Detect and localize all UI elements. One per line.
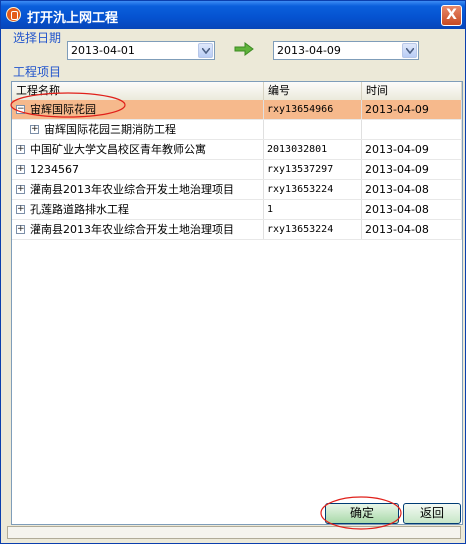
empty-row [12, 340, 462, 360]
close-button[interactable]: X [441, 5, 462, 26]
table-header: 工程名称 编号 时间 [12, 82, 462, 101]
project-name: 灌南县2013年农业综合开发土地治理项目 [30, 223, 234, 236]
cell-name: + 孔莲路道路排水工程 [12, 200, 264, 219]
table-row[interactable]: +1234567 rxy13537297 2013-04-09 [12, 160, 462, 180]
title-bar[interactable]: 打开氿上网工程 X [1, 1, 465, 29]
expand-icon[interactable]: + [16, 185, 25, 194]
cell-name: + 灌南县2013年农业综合开发土地治理项目 [12, 220, 264, 239]
cell-name: + 灌南县2013年农业综合开发土地治理项目 [12, 180, 264, 199]
empty-row [12, 380, 462, 400]
empty-row [12, 400, 462, 420]
table-row[interactable]: + 灌南县2013年农业综合开发土地治理项目 rxy13653224 2013-04-… [12, 180, 462, 200]
table-row[interactable]: + 灌南县2013年农业综合开发土地治理项目 rxy13653224 2013-04-… [12, 220, 462, 240]
cell-time [362, 120, 462, 139]
cell-number: 2013032801 [264, 140, 362, 159]
empty-row [12, 480, 462, 500]
arrow-right-icon [234, 42, 254, 56]
cell-name: + 宙辉国际花园三期消防工程 [12, 120, 264, 139]
empty-row [12, 460, 462, 480]
project-name: 1234567 [30, 163, 79, 176]
chevron-down-icon[interactable] [402, 43, 417, 58]
project-section-label: 工程项目 [13, 65, 62, 79]
expand-icon[interactable]: + [16, 225, 25, 234]
cell-time: 2013-04-09 [362, 140, 462, 159]
expand-icon[interactable]: + [16, 205, 25, 214]
cell-number: 1 [264, 200, 362, 219]
ok-button[interactable]: 确定 [325, 503, 399, 524]
start-date-value: 2013-04-01 [71, 44, 135, 57]
header-name[interactable]: 工程名称 [12, 82, 264, 100]
empty-row [12, 360, 462, 380]
project-name: 中国矿业大学文昌校区青年教师公寓 [30, 143, 206, 156]
start-date-combo[interactable]: 2013-04-01 [67, 41, 215, 60]
project-name: 灌南县2013年农业综合开发土地治理项目 [30, 183, 234, 196]
header-number[interactable]: 编号 [264, 82, 362, 100]
collapse-icon[interactable]: − [16, 105, 25, 114]
cell-time: 2013-04-08 [362, 200, 462, 219]
empty-row [12, 280, 462, 300]
table-row[interactable]: + 孔莲路道路排水工程 1 2013-04-08 [12, 200, 462, 220]
dialog-body: 选择日期 2013-04-01 2013-04-09 工程项目 工程名称 编号 … [5, 29, 463, 541]
cell-number: rxy13653224 [264, 220, 362, 239]
end-date-combo[interactable]: 2013-04-09 [273, 41, 419, 60]
back-button[interactable]: 返回 [403, 503, 461, 524]
table-row[interactable]: + 中国矿业大学文昌校区青年教师公寓 2013032801 2013-04-09 [12, 140, 462, 160]
cell-name: − 宙辉国际花园 [12, 100, 264, 119]
expand-icon[interactable]: + [16, 165, 25, 174]
date-section-label: 选择日期 [13, 31, 62, 45]
empty-row [12, 240, 462, 260]
project-name: 宙辉国际花园三期消防工程 [44, 123, 176, 136]
empty-row [12, 440, 462, 460]
table-row[interactable]: + 宙辉国际花园三期消防工程 [12, 120, 462, 140]
status-bar [7, 526, 461, 539]
expand-icon[interactable]: + [30, 125, 39, 134]
cell-time: 2013-04-09 [362, 100, 462, 119]
cell-time: 2013-04-09 [362, 160, 462, 179]
project-name: 宙辉国际花园 [30, 103, 96, 116]
expand-icon[interactable]: + [16, 145, 25, 154]
end-date-value: 2013-04-09 [277, 44, 341, 57]
dialog-window: 打开氿上网工程 X 选择日期 2013-04-01 2013-04-09 工程项… [0, 0, 466, 544]
empty-row [12, 300, 462, 320]
empty-row [12, 260, 462, 280]
chevron-down-icon[interactable] [198, 43, 213, 58]
empty-row [12, 420, 462, 440]
header-time[interactable]: 时间 [362, 82, 462, 100]
cell-name: + 中国矿业大学文昌校区青年教师公寓 [12, 140, 264, 159]
cell-number: rxy13654966 [264, 100, 362, 119]
cell-number: rxy13653224 [264, 180, 362, 199]
app-icon [6, 7, 21, 22]
cell-number: rxy13537297 [264, 160, 362, 179]
cell-name: +1234567 [12, 160, 264, 179]
cell-time: 2013-04-08 [362, 180, 462, 199]
window-title: 打开氿上网工程 [27, 11, 119, 26]
project-table[interactable]: 工程名称 编号 时间 − 宙辉国际花园 rxy13654966 2013-04-09 +… [11, 81, 463, 525]
project-name: 孔莲路道路排水工程 [30, 203, 129, 216]
table-row[interactable]: − 宙辉国际花园 rxy13654966 2013-04-09 [12, 100, 462, 120]
empty-row [12, 320, 462, 340]
cell-number [264, 120, 362, 139]
cell-time: 2013-04-08 [362, 220, 462, 239]
